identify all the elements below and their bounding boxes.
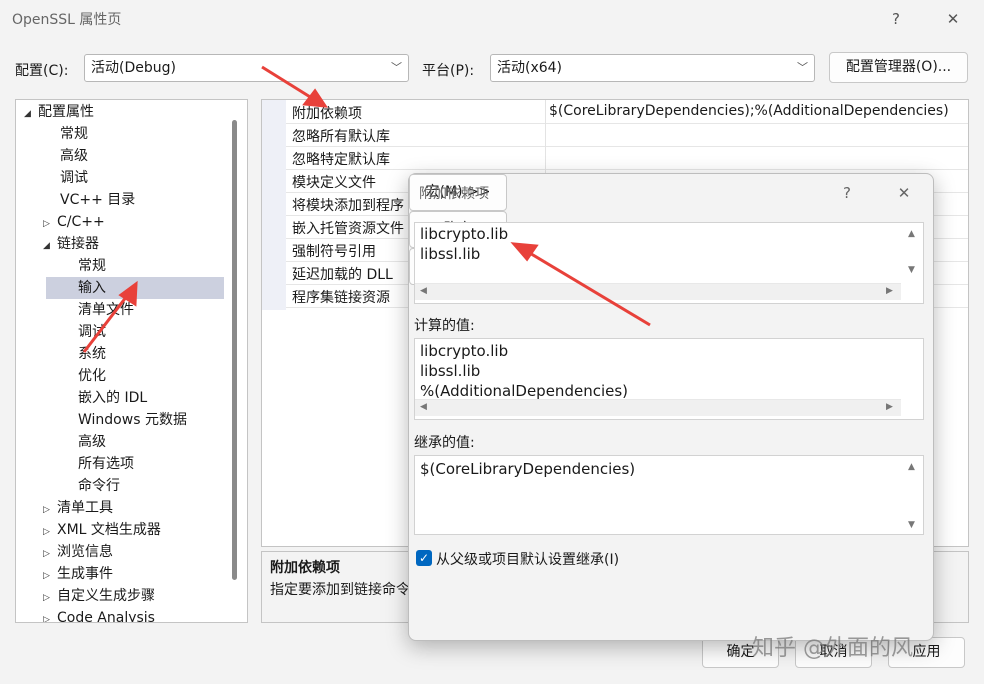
arrow-to-input-node — [82, 291, 132, 353]
arrowhead-icon — [510, 242, 539, 262]
arrow-to-additional-dependencies — [261, 65, 316, 102]
arrowhead-icon — [302, 88, 329, 108]
arrow-to-lib-entries — [527, 250, 651, 327]
watermark: 知乎 @外面的风 — [752, 636, 913, 661]
annotation-arrows — [82, 65, 651, 353]
